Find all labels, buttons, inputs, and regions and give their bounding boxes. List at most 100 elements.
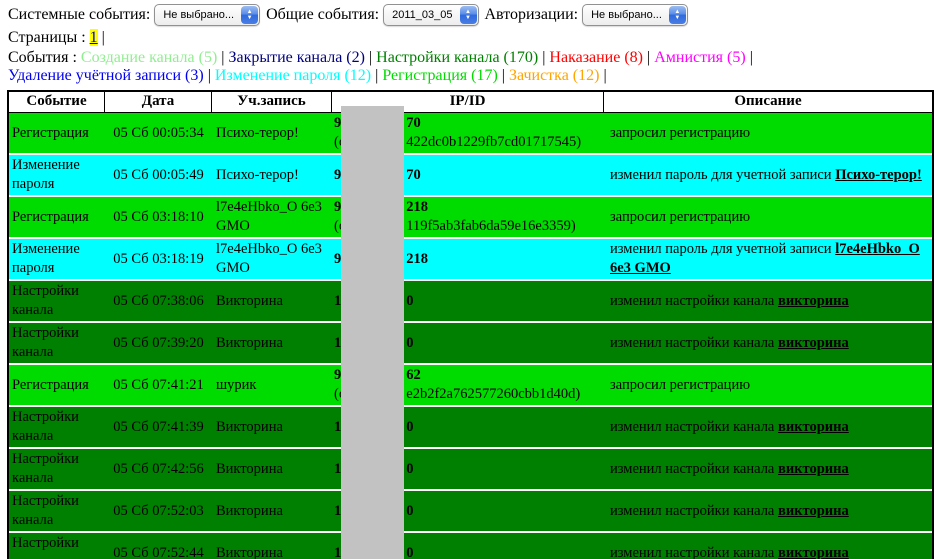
system-events-value: Не выбрано... [163, 9, 234, 21]
description-cell: изменил настройки канала викторина [604, 449, 932, 489]
event-cell: Изменение пароля [9, 155, 105, 195]
date-cell: 05 Сб 07:42:56 [105, 449, 212, 489]
column-header: Событие [9, 92, 105, 113]
event-type-link[interactable]: Регистрация (17) [382, 67, 497, 84]
event-type-link[interactable]: Закрытие канала (2) [228, 49, 364, 66]
description-text: запросил регистрацию [610, 124, 750, 143]
description-cell: изменил настройки канала викторина [604, 323, 932, 363]
account-link[interactable]: викторина [778, 545, 849, 559]
description-cell: изменил пароль для учетной записи l7e4eH… [604, 239, 932, 279]
description-text: изменил настройки канала викторина [610, 292, 849, 311]
event-type-link[interactable]: Амнистия (5) [654, 49, 745, 66]
table-row: Регистрация05 Сб 00:05:34Психо-терор!970… [9, 113, 932, 153]
account-link[interactable]: Психо-терор! [835, 167, 922, 183]
description-text: запросил регистрацию [610, 208, 750, 227]
column-header: Уч.запись [212, 92, 332, 113]
separator: | [204, 67, 215, 84]
event-cell: Настройки канала [9, 449, 105, 489]
table-row: Настройки канала05 Сб 07:52:03Викторина1… [9, 489, 932, 531]
date-cell: 05 Сб 07:41:21 [105, 365, 212, 405]
authorizations-label: Авторизации: [485, 6, 579, 24]
account-cell: Психо-терор! [212, 113, 332, 153]
date-cell: 05 Сб 00:05:49 [105, 155, 212, 195]
pages-label: Страницы : [8, 29, 86, 46]
system-events-select[interactable]: Не выбрано... ▲▼ [154, 4, 260, 26]
authorizations-value: Не выбрано... [591, 9, 662, 21]
description-text: изменил пароль для учетной записи l7e4eH… [610, 240, 928, 278]
date-cell: 05 Сб 07:39:20 [105, 323, 212, 363]
account-cell: Викторина [212, 323, 332, 363]
date-cell: 05 Сб 07:38:06 [105, 281, 212, 321]
event-cell: Настройки канала [9, 491, 105, 531]
table-row: Настройки канала05 Сб 07:39:20Викторина1… [9, 321, 932, 363]
event-cell: Регистрация [9, 113, 105, 153]
account-link[interactable]: викторина [778, 335, 849, 351]
account-cell: Викторина [212, 533, 332, 559]
authorizations-select[interactable]: Не выбрано... ▲▼ [582, 4, 688, 26]
separator: | [538, 49, 549, 66]
description-cell: запросил регистрацию [604, 365, 932, 405]
description-text: изменил настройки канала викторина [610, 334, 849, 353]
ip-redaction-overlay [341, 106, 404, 559]
description-cell: изменил настройки канала викторина [604, 407, 932, 447]
separator: | [599, 67, 606, 84]
account-cell: l7e4eHbko_O 6e3 GMO [212, 197, 332, 237]
account-link[interactable]: викторина [778, 419, 849, 435]
date-cell: 05 Сб 03:18:10 [105, 197, 212, 237]
date-cell: 05 Сб 03:18:19 [105, 239, 212, 279]
event-cell: Регистрация [9, 365, 105, 405]
event-cell: Изменение пароля [9, 239, 105, 279]
column-header: Описание [604, 92, 932, 113]
date-cell: 05 Сб 07:52:44 [105, 533, 212, 559]
account-link[interactable]: l7e4eHbko_O 6e3 GMO [610, 241, 920, 276]
event-type-link[interactable]: Удаление учётной записи (3) [8, 67, 204, 84]
account-cell: l7e4eHbko_O 6e3 GMO [212, 239, 332, 279]
table-row: Настройки канала05 Сб 07:41:39Викторина1… [9, 405, 932, 447]
event-type-legend: События : Создание канала (5) | Закрытие… [0, 48, 937, 87]
select-stepper-icon: ▲▼ [669, 6, 686, 24]
account-link[interactable]: викторина [778, 461, 849, 477]
date-cell: 05 Сб 07:52:03 [105, 491, 212, 531]
table-row: Настройки канала05 Сб 07:52:44Викторина1… [9, 531, 932, 559]
table-row: Изменение пароля05 Сб 00:05:49Психо-теро… [9, 153, 932, 195]
system-events-label: Системные события: [8, 6, 150, 24]
description-cell: изменил настройки канала викторина [604, 533, 932, 559]
page-link-1[interactable]: 1 [90, 29, 98, 46]
account-link[interactable]: викторина [778, 293, 849, 309]
account-cell: Психо-терор! [212, 155, 332, 195]
column-header: Дата [105, 92, 212, 113]
description-text: изменил настройки канала викторина [610, 502, 849, 521]
table-row: Изменение пароля05 Сб 03:18:19l7e4eHbko_… [9, 237, 932, 279]
common-events-select[interactable]: 2011_03_05 ▲▼ [383, 4, 478, 26]
event-cell: Настройки канала [9, 407, 105, 447]
separator: | [643, 49, 654, 66]
select-stepper-icon: ▲▼ [460, 6, 477, 24]
pages-separator: | [102, 29, 105, 46]
select-stepper-icon: ▲▼ [241, 6, 258, 24]
description-cell: запросил регистрацию [604, 197, 932, 237]
date-cell: 05 Сб 00:05:34 [105, 113, 212, 153]
description-cell: изменил пароль для учетной записи Психо-… [604, 155, 932, 195]
separator: | [498, 67, 509, 84]
description-text: изменил настройки канала викторина [610, 544, 849, 559]
event-type-link[interactable]: Зачистка (12) [509, 67, 599, 84]
filter-bar: Системные события: Не выбрано... ▲▼ Общи… [0, 0, 937, 26]
event-type-link[interactable]: Настройки канала (170) [376, 49, 538, 66]
separator: | [365, 49, 376, 66]
account-cell: Викторина [212, 407, 332, 447]
event-type-link[interactable]: Изменение пароля (12) [215, 67, 371, 84]
event-cell: Настройки канала [9, 533, 105, 559]
table-header-row: СобытиеДатаУч.записьIP/IDОписание [9, 92, 932, 113]
event-cell: Настройки канала [9, 281, 105, 321]
account-cell: Викторина [212, 449, 332, 489]
account-cell: Викторина [212, 281, 332, 321]
table-row: Регистрация05 Сб 03:18:10l7e4eHbko_O 6e3… [9, 195, 932, 237]
description-cell: изменил настройки канала викторина [604, 281, 932, 321]
event-log-table: СобытиеДатаУч.записьIP/IDОписание Регист… [7, 90, 934, 559]
pagination: Страницы : 1 | [0, 26, 937, 48]
event-type-link[interactable]: Наказание (8) [549, 49, 643, 66]
event-type-link[interactable]: Создание канала (5) [81, 49, 217, 66]
account-cell: шурик [212, 365, 332, 405]
description-cell: запросил регистрацию [604, 113, 932, 153]
account-link[interactable]: викторина [778, 503, 849, 519]
